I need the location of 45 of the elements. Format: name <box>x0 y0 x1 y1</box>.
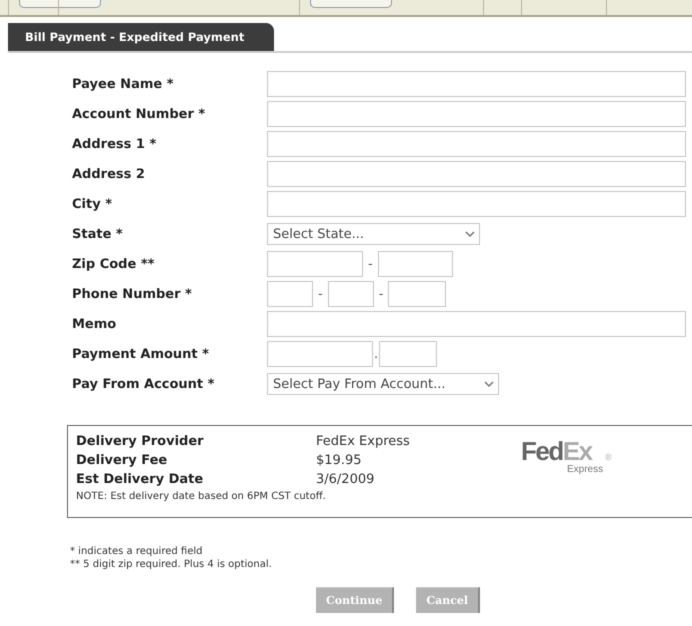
delivery-value: 3/6/2009 <box>316 471 376 489</box>
field-label: Account Number * <box>72 106 206 122</box>
text-field[interactable] <box>267 71 686 97</box>
fedex-logo: FedEx ® Express <box>521 436 621 478</box>
text-field[interactable] <box>378 251 453 277</box>
text-field[interactable] <box>267 161 686 187</box>
field-label: Memo <box>72 316 118 332</box>
text-field[interactable] <box>267 281 313 307</box>
text-field[interactable] <box>267 251 363 277</box>
field-label: State * <box>72 226 124 242</box>
field-label: Phone Number * <box>72 286 193 302</box>
separator-text: - <box>317 286 324 302</box>
delivery-note: NOTE: Est delivery date based on 6PM CST cutoff. <box>76 490 327 504</box>
dropdown[interactable]: Select State... <box>267 223 480 245</box>
text-field[interactable] <box>267 101 686 127</box>
toolbar-tab[interactable] <box>310 0 392 8</box>
tab[interactable]: Bill Payment - Expedited Payment <box>8 23 274 51</box>
text-field[interactable] <box>379 341 438 367</box>
text-field[interactable] <box>267 191 686 217</box>
delivery-value: FedEx Express <box>316 433 411 451</box>
footnote: * indicates a required field <box>70 546 204 557</box>
delivery-label: Delivery Fee <box>76 452 168 470</box>
separator-text: . <box>373 346 380 362</box>
toolbar-tab[interactable] <box>19 0 101 8</box>
text-field[interactable] <box>267 131 686 157</box>
dropdown[interactable]: Select Pay From Account... <box>267 373 499 395</box>
field-label: Pay From Account * <box>72 376 216 392</box>
text-field[interactable] <box>267 341 373 367</box>
footnote: ** 5 digit zip required. Plus 4 is optional. <box>70 559 273 570</box>
field-label: City * <box>72 196 114 212</box>
text-field[interactable] <box>388 281 446 307</box>
field-label: Address 2 <box>72 166 146 182</box>
field-label: Zip Code ** <box>72 256 156 272</box>
separator-text: - <box>378 286 384 302</box>
chevron-down-icon <box>465 230 475 238</box>
delivery-label: Delivery Provider <box>76 433 205 451</box>
field-label: Payee Name * <box>72 76 175 92</box>
delivery-label: Est Delivery Date <box>76 471 204 489</box>
text-field[interactable] <box>267 311 686 337</box>
field-label: Payment Amount * <box>72 346 210 362</box>
delivery-value: $19.95 <box>316 452 362 470</box>
separator-text: - <box>367 256 374 272</box>
text-field[interactable] <box>328 281 374 307</box>
field-label: Address 1 * <box>72 136 158 152</box>
chevron-down-icon <box>484 380 494 388</box>
